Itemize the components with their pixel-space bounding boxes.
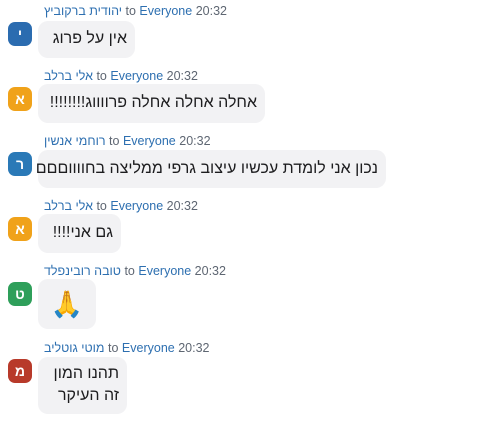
message-text: אחלה אחלה אחלה פרווווג!!!!!!!!: [49, 94, 257, 111]
to-label: to: [96, 69, 107, 83]
sender-name[interactable]: רוחמי אנשין: [44, 134, 106, 148]
message-bubble: אין על פרוג: [38, 21, 135, 58]
recipient-name[interactable]: Everyone: [123, 134, 176, 148]
to-label: to: [124, 264, 135, 278]
sender-name[interactable]: אלי ברלב: [44, 69, 93, 83]
avatar-letter: ט: [15, 286, 25, 302]
praying-hands-emoji: 🙏: [50, 289, 84, 319]
message-bubble: תהנו המון זה העיקר: [38, 357, 127, 414]
to-label: to: [108, 341, 119, 355]
message-bubble: 🙏: [38, 279, 96, 329]
avatar[interactable]: מ: [8, 359, 32, 383]
message-time: 20:32: [179, 134, 211, 148]
to-label: to: [109, 134, 120, 148]
message-bubble: נכון אני לומדת עכשיו עיצוב גרפי ממליצה ב…: [35, 150, 386, 188]
avatar[interactable]: א: [8, 87, 32, 111]
message-text-line: תהנו המון: [53, 365, 119, 382]
sender-name[interactable]: יהודית ברקוביץ: [44, 4, 122, 18]
message-header: טובה רובינפלד to Everyone 20:32: [44, 263, 226, 279]
sender-name[interactable]: טובה רובינפלד: [44, 264, 121, 278]
message-time: 20:32: [166, 199, 198, 213]
message-text-line: זה העיקר: [57, 387, 119, 404]
avatar-letter: א: [15, 221, 25, 237]
recipient-name[interactable]: Everyone: [122, 341, 175, 355]
message-text: אין על פרוג: [52, 30, 127, 47]
avatar[interactable]: א: [8, 217, 32, 241]
to-label: to: [125, 4, 136, 18]
message-header: אלי ברלב to Everyone 20:32: [44, 68, 198, 84]
message-time: 20:32: [178, 341, 210, 355]
avatar[interactable]: י: [8, 22, 32, 46]
to-label: to: [96, 199, 107, 213]
message-bubble: אחלה אחלה אחלה פרווווג!!!!!!!!: [38, 84, 265, 123]
message-time: 20:32: [166, 69, 198, 83]
message-header: יהודית ברקוביץ to Everyone 20:32: [44, 3, 227, 19]
message-time: 20:32: [194, 264, 226, 278]
avatar[interactable]: ט: [8, 282, 32, 306]
avatar-letter: ר: [15, 156, 25, 172]
recipient-name[interactable]: Everyone: [110, 69, 163, 83]
recipient-name[interactable]: Everyone: [110, 199, 163, 213]
avatar-letter: מ: [14, 363, 26, 379]
message-header: רוחמי אנשין to Everyone 20:32: [44, 133, 211, 149]
avatar-letter: י: [17, 26, 23, 42]
message-text: גם אני!!!!: [52, 224, 113, 241]
recipient-name[interactable]: Everyone: [139, 4, 192, 18]
message-bubble: גם אני!!!!: [38, 214, 121, 253]
avatar[interactable]: ר: [8, 152, 32, 176]
message-time: 20:32: [195, 4, 227, 18]
message-header: אלי ברלב to Everyone 20:32: [44, 198, 198, 214]
message-text: נכון אני לומדת עכשיו עיצוב גרפי ממליצה ב…: [35, 160, 378, 177]
sender-name[interactable]: אלי ברלב: [44, 199, 93, 213]
avatar-letter: א: [15, 91, 25, 107]
sender-name[interactable]: מוטי גוטליב: [44, 341, 105, 355]
message-header: מוטי גוטליב to Everyone 20:32: [44, 340, 210, 356]
recipient-name[interactable]: Everyone: [138, 264, 191, 278]
